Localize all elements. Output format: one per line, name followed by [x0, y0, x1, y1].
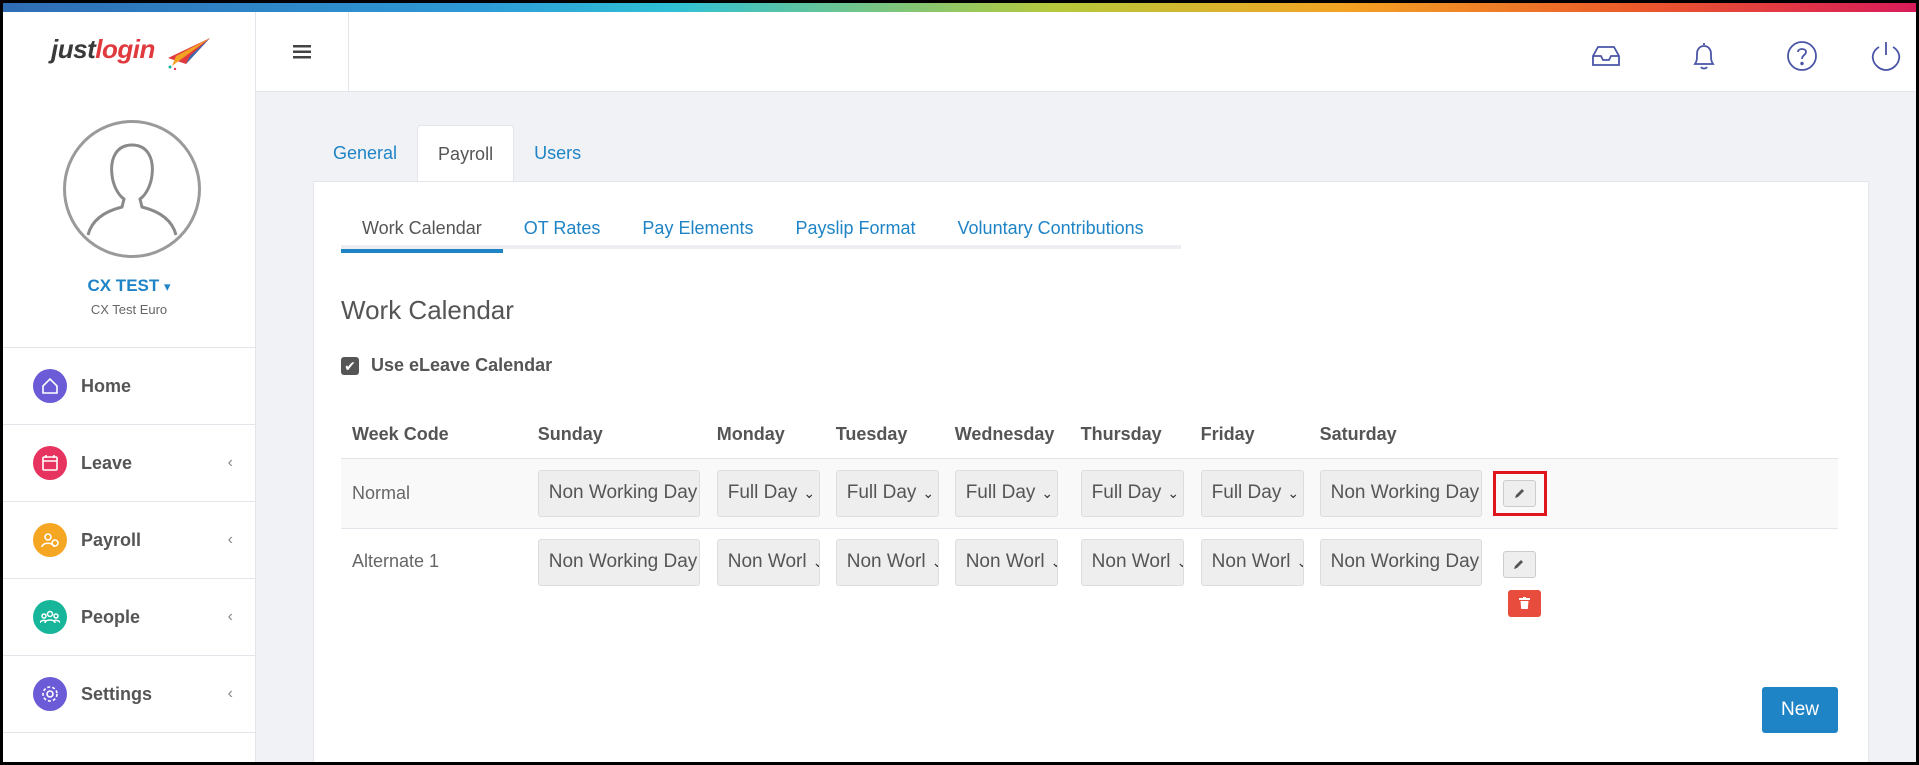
checkbox-label: Use eLeave Calendar	[371, 355, 553, 375]
day-select[interactable]: Full Day ⌄	[835, 469, 939, 517]
avatar[interactable]	[63, 120, 201, 258]
sidebar-item-label: Leave	[81, 452, 133, 473]
help-icon[interactable]	[1785, 39, 1819, 73]
delete-row-button[interactable]	[1507, 589, 1541, 617]
gear-icon	[33, 677, 67, 711]
chevron-down-icon: ⌄	[1041, 484, 1054, 501]
profile-card: CX TEST ▾ CX Test Euro	[3, 92, 255, 348]
chevron-left-icon: ‹	[227, 531, 233, 548]
column-header: Tuesday	[824, 412, 944, 459]
section-title: Work Calendar	[341, 295, 514, 325]
week-code-cell: Normal	[341, 458, 527, 529]
table-row: Normal Non Working Day⌄ Full Day⌄ Full D…	[341, 458, 1838, 529]
chevron-down-icon: ⌄	[813, 554, 819, 571]
day-select[interactable]: Full Day ⌄	[716, 469, 820, 517]
column-header: Sunday	[526, 412, 706, 459]
day-select[interactable]: Non Worl⌄	[954, 538, 1058, 586]
column-header: Thursday	[1069, 412, 1190, 459]
day-select[interactable]: Full Day ⌄	[1200, 469, 1304, 517]
edit-row-button[interactable]	[1502, 550, 1536, 578]
use-eleave-calendar-option: ✔ Use eLeave Calendar	[341, 355, 552, 376]
pencil-icon	[1514, 489, 1524, 498]
user-name-dropdown[interactable]: CX TEST ▾	[3, 276, 255, 296]
sidebar-item-home[interactable]: Home	[3, 348, 255, 425]
chevron-down-icon: ⌄	[1167, 484, 1180, 501]
day-select[interactable]: Non Working Day⌄	[1319, 538, 1482, 586]
day-select[interactable]: Full Day ⌄	[1080, 469, 1184, 517]
chevron-down-icon: ⌄	[1177, 554, 1183, 571]
tab-payroll[interactable]: Payroll	[417, 125, 515, 183]
chevron-down-icon: ⌄	[922, 484, 935, 501]
work-calendar-table: Week Code Sunday Monday Tuesday Wednesda…	[341, 412, 1838, 628]
table-header-row: Week Code Sunday Monday Tuesday Wednesda…	[341, 412, 1838, 459]
logo-area[interactable]: justlogin	[3, 12, 256, 92]
tab-users[interactable]: Users	[514, 125, 601, 181]
chevron-down-icon: ⌄	[932, 554, 938, 571]
payroll-icon	[33, 523, 67, 557]
actions-header	[1481, 412, 1838, 459]
people-icon	[33, 600, 67, 634]
day-select[interactable]: Non Working Day⌄	[1319, 469, 1482, 517]
chevron-left-icon: ‹	[227, 454, 233, 471]
brand-stripe	[3, 3, 1916, 12]
sidebar-item-label: Home	[81, 375, 132, 396]
column-header: Friday	[1189, 412, 1309, 459]
pencil-icon	[1514, 560, 1524, 569]
sidebar-item-leave[interactable]: Leave ‹	[3, 425, 255, 502]
sidebar-item-label: Settings	[81, 683, 153, 704]
top-header: justlogin	[3, 12, 1916, 92]
day-select[interactable]: Non Working Day⌄	[537, 538, 700, 586]
chevron-down-icon: ⌄	[803, 484, 816, 501]
use-eleave-calendar-checkbox[interactable]: ✔	[341, 356, 359, 375]
chevron-left-icon: ‹	[227, 685, 233, 702]
logo: justlogin	[51, 34, 155, 64]
day-select[interactable]: Non Working Day⌄	[537, 469, 700, 517]
menu-toggle-button[interactable]	[256, 12, 349, 92]
week-code-cell: Alternate 1	[352, 550, 440, 571]
payroll-subtabs: Work Calendar OT Rates Pay Elements Pays…	[341, 214, 1181, 253]
day-select[interactable]: Non Worl⌄	[835, 538, 939, 586]
day-select[interactable]: Non Worl⌄	[1200, 538, 1304, 586]
home-icon	[33, 369, 67, 403]
sidebar-item-people[interactable]: People ‹	[3, 579, 255, 656]
user-company: CX Test Euro	[90, 302, 168, 317]
highlight-box	[1492, 470, 1547, 516]
chevron-left-icon: ‹	[227, 608, 233, 625]
settings-tabs: General Payroll Users	[313, 125, 601, 183]
sidebar-item-payroll[interactable]: Payroll ‹	[3, 502, 255, 579]
user-silhouette-icon	[86, 143, 178, 236]
table-row: Alternate 1 Non Working Day⌄ Non Worl⌄ N…	[341, 528, 1838, 628]
new-week-code-button[interactable]: New	[1762, 687, 1838, 733]
column-header: Wednesday	[943, 412, 1070, 459]
sidebar-item-label: People	[81, 606, 141, 627]
subtab-payslip-format[interactable]: Payslip Format	[774, 214, 936, 249]
tab-general[interactable]: General	[313, 125, 417, 181]
power-icon[interactable]	[1869, 39, 1903, 73]
menu-icon	[293, 45, 311, 59]
edit-row-button[interactable]	[1503, 479, 1537, 507]
calendar-icon	[33, 446, 67, 480]
subtab-voluntary-contributions[interactable]: Voluntary Contributions	[937, 214, 1165, 249]
subtab-work-calendar[interactable]: Work Calendar	[341, 214, 503, 253]
column-header: Monday	[705, 412, 825, 459]
bell-icon[interactable]	[1687, 39, 1721, 73]
paper-plane-icon	[168, 38, 210, 70]
chevron-down-icon: ⌄	[1297, 554, 1303, 571]
column-header: Week Code	[341, 412, 527, 459]
subtab-ot-rates[interactable]: OT Rates	[503, 214, 622, 249]
sidebar-item-label: Payroll	[81, 529, 142, 550]
chevron-down-icon: ⌄	[1287, 484, 1300, 501]
day-select[interactable]: Non Worl⌄	[716, 538, 820, 586]
payroll-panel: Work Calendar OT Rates Pay Elements Pays…	[313, 181, 1869, 762]
subtab-pay-elements[interactable]: Pay Elements	[621, 214, 774, 249]
chevron-down-icon: ⌄	[1051, 554, 1057, 571]
sidebar-item-settings[interactable]: Settings ‹	[3, 656, 255, 733]
inbox-icon[interactable]	[1589, 39, 1623, 73]
day-select[interactable]: Non Worl⌄	[1080, 538, 1184, 586]
day-select[interactable]: Full Day ⌄	[954, 469, 1058, 517]
column-header: Saturday	[1308, 412, 1482, 459]
sidebar: CX TEST ▾ CX Test Euro Home Leave ‹ Payr…	[3, 92, 256, 762]
trash-icon	[1518, 597, 1530, 609]
